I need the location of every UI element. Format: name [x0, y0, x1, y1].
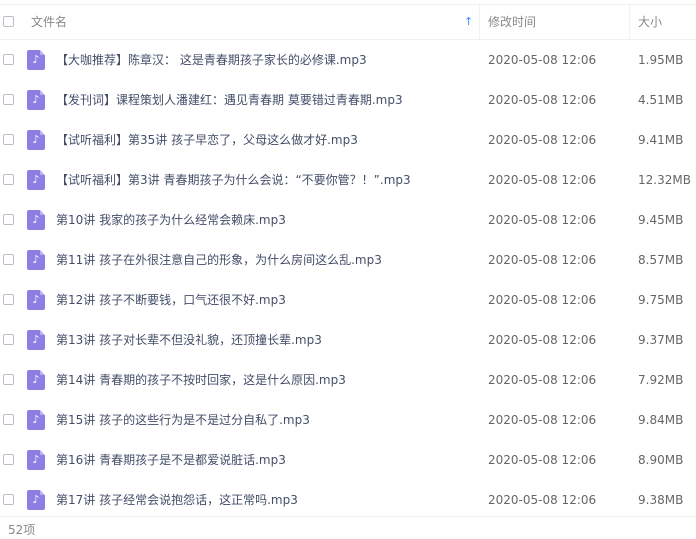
column-header-size[interactable]: 大小 — [638, 5, 662, 39]
row-checkbox[interactable] — [3, 214, 14, 225]
row-checkbox[interactable] — [3, 294, 14, 305]
music-file-icon: ♪ — [27, 130, 45, 150]
item-count: 52项 — [8, 523, 36, 537]
file-row[interactable]: ♪ 第10讲 我家的孩子为什么经常会赖床.mp3 2020-05-08 12:06 9… — [0, 200, 696, 240]
file-row[interactable]: ♪ 第15讲 孩子的这些行为是不是过分自私了.mp3 2020-05-08 12:0… — [0, 400, 696, 440]
file-name[interactable]: 第10讲 我家的孩子为什么经常会赖床.mp3 — [56, 200, 286, 240]
file-row[interactable]: ♪ 【发刊词】课程策划人潘建红：遇见青春期 莫要错过青春期.mp3 2020-05-… — [0, 80, 696, 120]
file-row[interactable]: ♪ 第14讲 青春期的孩子不按时回家，这是什么原因.mp3 2020-05-08 1… — [0, 360, 696, 400]
music-file-icon: ♪ — [27, 410, 45, 430]
row-checkbox[interactable] — [3, 374, 14, 385]
row-checkbox[interactable] — [3, 254, 14, 265]
file-size: 7.92MB — [638, 373, 684, 387]
file-modified-time: 2020-05-08 12:06 — [488, 93, 597, 107]
music-file-icon: ♪ — [27, 250, 45, 270]
file-modified-time: 2020-05-08 12:06 — [488, 53, 597, 67]
music-file-icon: ♪ — [27, 90, 45, 110]
file-name[interactable]: 【发刊词】课程策划人潘建红：遇见青春期 莫要错过青春期.mp3 — [56, 80, 403, 120]
row-checkbox[interactable] — [3, 134, 14, 145]
file-modified-time: 2020-05-08 12:06 — [488, 453, 597, 467]
music-file-icon: ♪ — [27, 50, 45, 70]
file-size: 4.51MB — [638, 93, 684, 107]
row-checkbox[interactable] — [3, 174, 14, 185]
file-row[interactable]: ♪ 第16讲 青春期孩子是不是都爱说脏话.mp3 2020-05-08 12:06 8… — [0, 440, 696, 480]
music-file-icon: ♪ — [27, 370, 45, 390]
file-name[interactable]: 第16讲 青春期孩子是不是都爱说脏话.mp3 — [56, 440, 286, 480]
file-name[interactable]: 【大咖推荐】陈章汉： 这是青春期孩子家长的必修课.mp3 — [56, 40, 367, 80]
music-file-icon: ♪ — [27, 170, 45, 190]
row-checkbox[interactable] — [3, 454, 14, 465]
file-size: 12.32MB — [638, 173, 691, 187]
column-divider[interactable] — [629, 5, 630, 39]
file-size: 9.37MB — [638, 333, 684, 347]
file-modified-time: 2020-05-08 12:06 — [488, 293, 597, 307]
file-row[interactable]: ♪ 【试听福利】第35讲 孩子早恋了，父母这么做才好.mp3 2020-05-08 … — [0, 120, 696, 160]
row-checkbox[interactable] — [3, 494, 14, 505]
file-name[interactable]: 第13讲 孩子对长辈不但没礼貌，还顶撞长辈.mp3 — [56, 320, 322, 360]
row-checkbox[interactable] — [3, 334, 14, 345]
file-size: 9.84MB — [638, 413, 684, 427]
sort-ascending-icon[interactable]: ↑ — [464, 5, 473, 39]
file-modified-time: 2020-05-08 12:06 — [488, 413, 597, 427]
row-checkbox[interactable] — [3, 414, 14, 425]
file-modified-time: 2020-05-08 12:06 — [488, 173, 597, 187]
file-size: 9.45MB — [638, 213, 684, 227]
file-name[interactable]: 第15讲 孩子的这些行为是不是过分自私了.mp3 — [56, 400, 310, 440]
file-size: 9.41MB — [638, 133, 684, 147]
status-bar: 52项 — [0, 516, 696, 539]
music-file-icon: ♪ — [27, 210, 45, 230]
music-file-icon: ♪ — [27, 450, 45, 470]
file-list-header: 文件名 ↑ 修改时间 大小 — [0, 4, 696, 40]
file-row[interactable]: ♪ 第12讲 孩子不断要钱，口气还很不好.mp3 2020-05-08 12:06 9… — [0, 280, 696, 320]
music-file-icon: ♪ — [27, 290, 45, 310]
file-modified-time: 2020-05-08 12:06 — [488, 493, 597, 507]
column-header-filename[interactable]: 文件名 — [31, 5, 67, 39]
select-all-checkbox[interactable] — [3, 16, 14, 27]
file-size: 9.38MB — [638, 493, 684, 507]
file-name[interactable]: 【试听福利】第35讲 孩子早恋了，父母这么做才好.mp3 — [56, 120, 358, 160]
music-file-icon: ♪ — [27, 490, 45, 510]
file-modified-time: 2020-05-08 12:06 — [488, 333, 597, 347]
file-size: 9.75MB — [638, 293, 684, 307]
music-file-icon: ♪ — [27, 330, 45, 350]
file-name[interactable]: 第17讲 孩子经常会说抱怨话，这正常吗.mp3 — [56, 480, 298, 520]
column-divider[interactable] — [479, 5, 480, 39]
file-modified-time: 2020-05-08 12:06 — [488, 253, 597, 267]
row-checkbox[interactable] — [3, 94, 14, 105]
file-name[interactable]: 第12讲 孩子不断要钱，口气还很不好.mp3 — [56, 280, 286, 320]
file-size: 1.95MB — [638, 53, 684, 67]
file-modified-time: 2020-05-08 12:06 — [488, 213, 597, 227]
file-row[interactable]: ♪ 第11讲 孩子在外很注意自己的形象，为什么房间这么乱.mp3 2020-05-0… — [0, 240, 696, 280]
file-modified-time: 2020-05-08 12:06 — [488, 373, 597, 387]
file-size: 8.90MB — [638, 453, 684, 467]
file-modified-time: 2020-05-08 12:06 — [488, 133, 597, 147]
file-row[interactable]: ♪ 【试听福利】第3讲 青春期孩子为什么会说：“不要你管？！”.mp3 2020-0… — [0, 160, 696, 200]
file-name[interactable]: 第11讲 孩子在外很注意自己的形象，为什么房间这么乱.mp3 — [56, 240, 382, 280]
file-size: 8.57MB — [638, 253, 684, 267]
row-checkbox[interactable] — [3, 54, 14, 65]
file-name[interactable]: 【试听福利】第3讲 青春期孩子为什么会说：“不要你管？！”.mp3 — [56, 160, 411, 200]
file-name[interactable]: 第14讲 青春期的孩子不按时回家，这是什么原因.mp3 — [56, 360, 346, 400]
file-row[interactable]: ♪ 【大咖推荐】陈章汉： 这是青春期孩子家长的必修课.mp3 2020-05-08 … — [0, 40, 696, 80]
file-row[interactable]: ♪ 第17讲 孩子经常会说抱怨话，这正常吗.mp3 2020-05-08 12:06… — [0, 480, 696, 520]
column-header-modified-time[interactable]: 修改时间 — [488, 5, 536, 39]
file-row[interactable]: ♪ 第13讲 孩子对长辈不但没礼貌，还顶撞长辈.mp3 2020-05-08 12:… — [0, 320, 696, 360]
